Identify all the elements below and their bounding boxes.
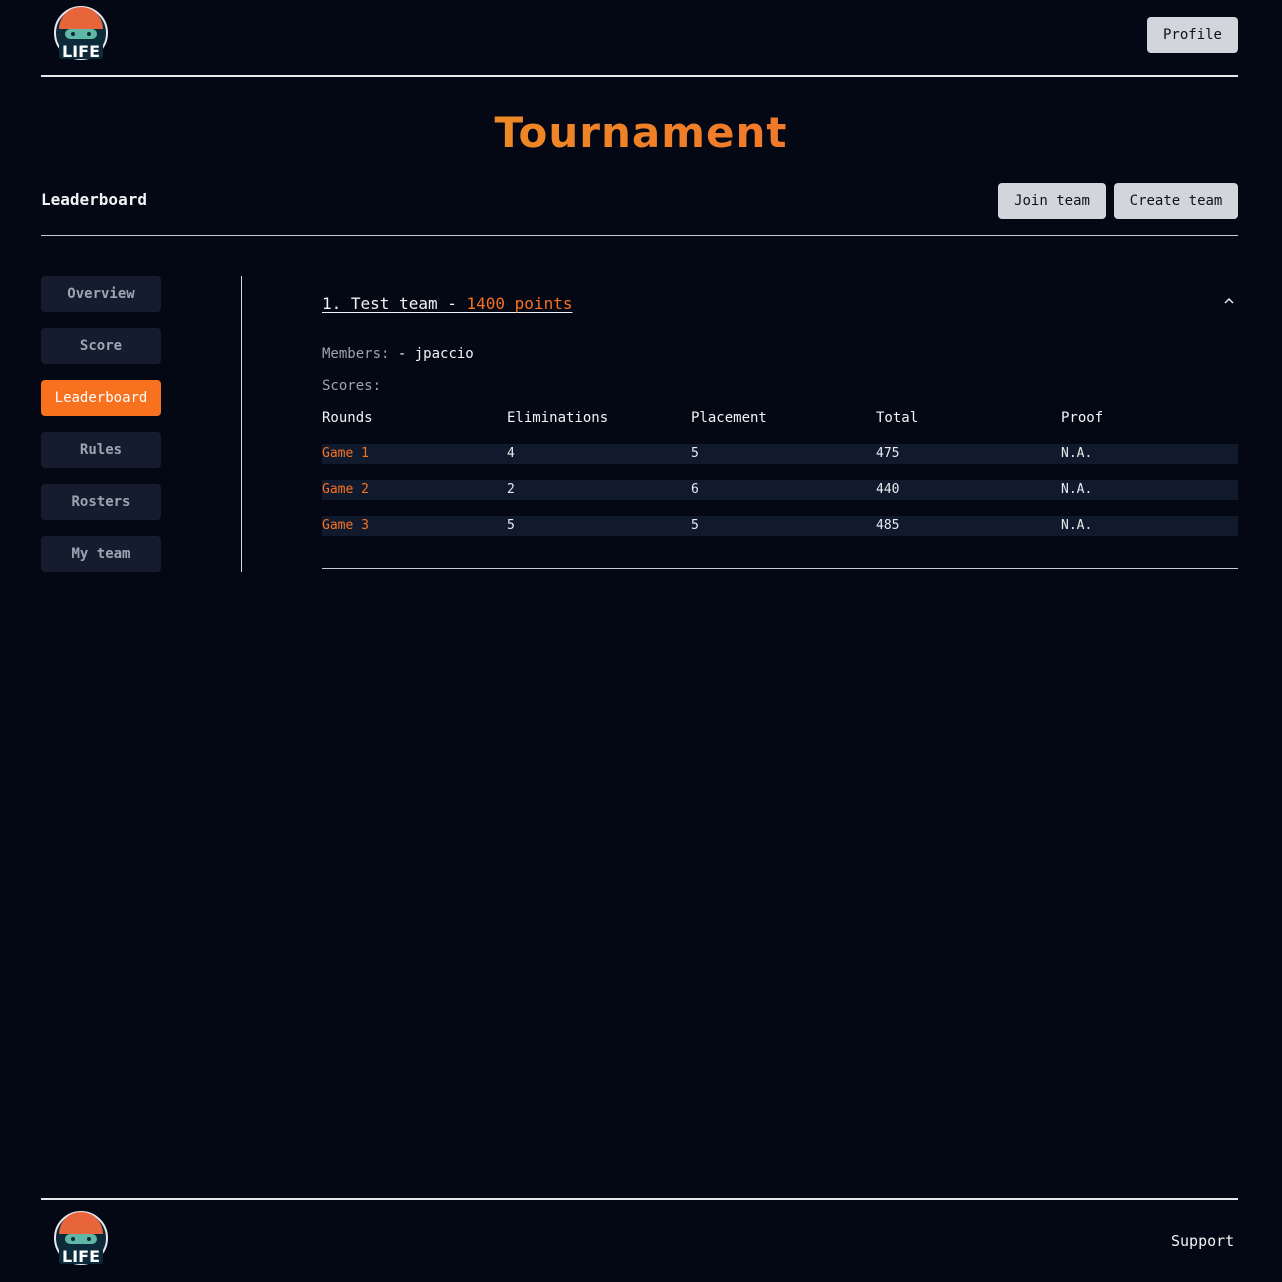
join-team-button[interactable]: Join team	[998, 183, 1106, 219]
header-divider	[41, 75, 1238, 77]
support-link[interactable]: Support	[1171, 1232, 1234, 1250]
column-header-total: Total	[876, 410, 919, 426]
section-title: Leaderboard	[41, 190, 147, 209]
footer-divider	[41, 1198, 1238, 1200]
sidebar-item-my-team[interactable]: My team	[41, 536, 161, 572]
eliminations-cell: 4	[507, 446, 515, 461]
round-link[interactable]: Game 2	[322, 482, 369, 497]
placement-cell: 5	[691, 446, 699, 461]
svg-text:LIFE: LIFE	[62, 42, 100, 61]
proof-cell: N.A.	[1061, 446, 1093, 461]
sidebar-divider	[241, 276, 242, 572]
eliminations-cell: 2	[507, 482, 515, 497]
member-name: - jpaccio	[397, 346, 474, 362]
column-header-proof: Proof	[1061, 410, 1104, 426]
round-link[interactable]: Game 1	[322, 446, 369, 461]
create-team-button[interactable]: Create team	[1114, 183, 1238, 219]
sidebar-item-rules[interactable]: Rules	[41, 432, 161, 468]
eliminations-cell: 5	[507, 518, 515, 533]
entry-divider	[322, 568, 1238, 569]
section-divider	[41, 235, 1238, 236]
sidebar-item-leaderboard[interactable]: Leaderboard	[41, 380, 161, 416]
total-cell: 475	[876, 446, 900, 461]
proof-cell: N.A.	[1061, 518, 1093, 533]
logo[interactable]: LIFE	[53, 5, 109, 65]
sidebar-item-overview[interactable]: Overview	[41, 276, 161, 312]
members-label: Members:	[322, 346, 390, 362]
page-title: Tournament	[0, 108, 1282, 157]
team-entry-header[interactable]: 1. Test team - 1400 points	[322, 294, 572, 313]
scores-label: Scores:	[322, 378, 382, 394]
sidebar-item-score[interactable]: Score	[41, 328, 161, 364]
profile-button[interactable]: Profile	[1147, 17, 1238, 53]
placement-cell: 6	[691, 482, 699, 497]
column-header-placement: Placement	[691, 410, 767, 426]
team-points: 1400 points	[466, 294, 573, 313]
chevron-up-icon[interactable]	[1221, 293, 1237, 309]
svg-text:LIFE: LIFE	[62, 1247, 100, 1266]
table-row: Game 2 2 6 440 N.A.	[322, 480, 1238, 500]
total-cell: 440	[876, 482, 900, 497]
sidebar-item-rosters[interactable]: Rosters	[41, 484, 161, 520]
column-header-rounds: Rounds	[322, 410, 373, 426]
members-row: Members: - jpaccio	[322, 346, 474, 362]
table-row: Game 1 4 5 475 N.A.	[322, 444, 1238, 464]
footer-logo[interactable]: LIFE	[53, 1210, 109, 1270]
proof-cell: N.A.	[1061, 482, 1093, 497]
column-header-eliminations: Eliminations	[507, 410, 609, 426]
team-name: 1. Test team -	[322, 294, 467, 313]
total-cell: 485	[876, 518, 900, 533]
round-link[interactable]: Game 3	[322, 518, 369, 533]
placement-cell: 5	[691, 518, 699, 533]
table-row: Game 3 5 5 485 N.A.	[322, 516, 1238, 536]
